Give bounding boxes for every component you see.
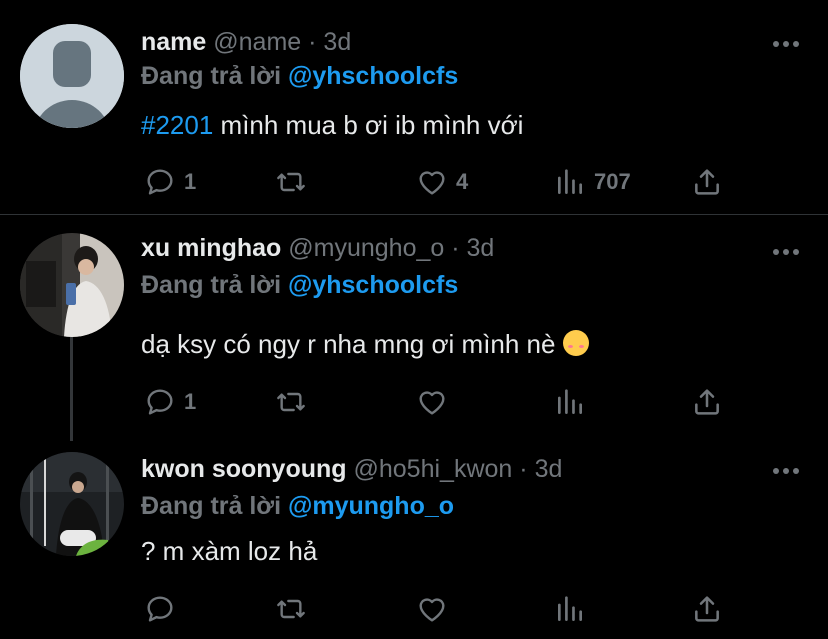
tweet-body: mình mua b ơi ib mình với (213, 110, 524, 140)
retweet-button[interactable] (275, 164, 307, 200)
separator-dot: · (308, 28, 317, 56)
tweet-body: dạ ksy có ngy r nha mng ơi mình nè (141, 329, 556, 359)
heart-icon (419, 171, 445, 195)
separator-dot: · (451, 234, 460, 262)
share-button[interactable] (691, 164, 723, 200)
retweet-icon (277, 392, 305, 412)
replying-to: Đang trả lời @yhschoolcfs (141, 62, 458, 91)
views-button[interactable] (554, 591, 586, 627)
timestamp[interactable]: 3d (535, 455, 563, 483)
user-handle[interactable]: @myungho_o (288, 234, 444, 262)
reply-count: 1 (184, 389, 197, 414)
hashtag-link[interactable]: #2201 (141, 110, 213, 140)
separator-dot: · (519, 455, 528, 483)
retweet-icon (277, 599, 305, 619)
tweet-body: ? m xàm loz hả (141, 536, 318, 566)
share-icon (695, 596, 719, 622)
reply-button[interactable]: 1 (144, 164, 196, 200)
tweet[interactable]: name @name · 3d Đang trả lời @yhschoolcf… (0, 0, 828, 214)
reply-icon (147, 389, 173, 415)
reply-mention-link[interactable]: @yhschoolcfs (288, 62, 458, 90)
smiling-face-with-hearts-icon (562, 330, 589, 356)
tweet-text: #2201 mình mua b ơi ib mình với (141, 110, 523, 141)
like-button[interactable] (416, 591, 448, 627)
reply-icon (147, 596, 173, 622)
reply-mention-link[interactable]: @yhschoolcfs (288, 271, 458, 299)
views-button[interactable]: 707 (554, 164, 631, 200)
share-icon (695, 389, 719, 415)
tweet-actions: 1 4 707 (141, 164, 741, 200)
analytics-icon (558, 169, 582, 194)
tweet-header: kwon soonyoung @ho5hi_kwon · 3d (141, 455, 562, 484)
tweet-header: xu minghao @myungho_o · 3d (141, 234, 494, 263)
retweet-icon (277, 172, 305, 192)
retweet-button[interactable] (275, 384, 307, 420)
replying-to-label: Đang trả lời (141, 271, 282, 299)
display-name[interactable]: kwon soonyoung (141, 455, 347, 483)
like-button[interactable]: 4 (416, 164, 468, 200)
tweet-text: ? m xàm loz hả (141, 536, 317, 567)
tweet-header: name @name · 3d (141, 28, 351, 57)
like-button[interactable] (416, 384, 448, 420)
reply-mention-link[interactable]: @myungho_o (288, 492, 454, 520)
tweet-actions: 1 (141, 384, 741, 420)
replying-to-label: Đang trả lời (141, 492, 282, 520)
user-handle[interactable]: @name (213, 28, 301, 56)
timestamp[interactable]: 3d (467, 234, 495, 262)
retweet-button[interactable] (275, 591, 307, 627)
replying-to: Đang trả lời @myungho_o (141, 492, 454, 521)
replying-to-label: Đang trả lời (141, 62, 282, 90)
avatar[interactable] (20, 452, 124, 556)
analytics-icon (558, 389, 582, 414)
timestamp[interactable]: 3d (323, 28, 351, 56)
thread-connector-line (70, 337, 73, 441)
display-name[interactable]: name (141, 28, 206, 56)
more-options-icon[interactable] (772, 248, 800, 256)
reply-button[interactable] (144, 591, 176, 627)
tweet[interactable]: xu minghao @myungho_o · 3d Đang trả lời … (0, 215, 828, 441)
views-button[interactable] (554, 384, 586, 420)
reply-count: 1 (184, 169, 197, 194)
analytics-icon (558, 596, 582, 621)
share-button[interactable] (691, 384, 723, 420)
tweet-actions (141, 591, 741, 627)
reply-button[interactable]: 1 (144, 384, 196, 420)
more-options-icon[interactable] (772, 467, 800, 475)
user-handle[interactable]: @ho5hi_kwon (354, 455, 513, 483)
avatar[interactable] (20, 233, 124, 337)
share-button[interactable] (691, 591, 723, 627)
share-icon (695, 169, 719, 195)
replying-to: Đang trả lời @yhschoolcfs (141, 271, 458, 300)
like-count: 4 (456, 169, 469, 194)
display-name[interactable]: xu minghao (141, 234, 281, 262)
reply-icon (147, 169, 173, 195)
tweet[interactable]: kwon soonyoung @ho5hi_kwon · 3d Đang trả… (0, 440, 828, 639)
view-count: 707 (594, 169, 631, 194)
default-avatar-icon (20, 24, 124, 128)
profile-photo-icon (20, 452, 124, 556)
profile-photo-icon (20, 233, 124, 337)
heart-icon (419, 598, 445, 622)
heart-icon (419, 391, 445, 415)
avatar[interactable] (20, 24, 124, 128)
more-options-icon[interactable] (772, 40, 800, 48)
tweet-text: dạ ksy có ngy r nha mng ơi mình nè (141, 329, 589, 360)
